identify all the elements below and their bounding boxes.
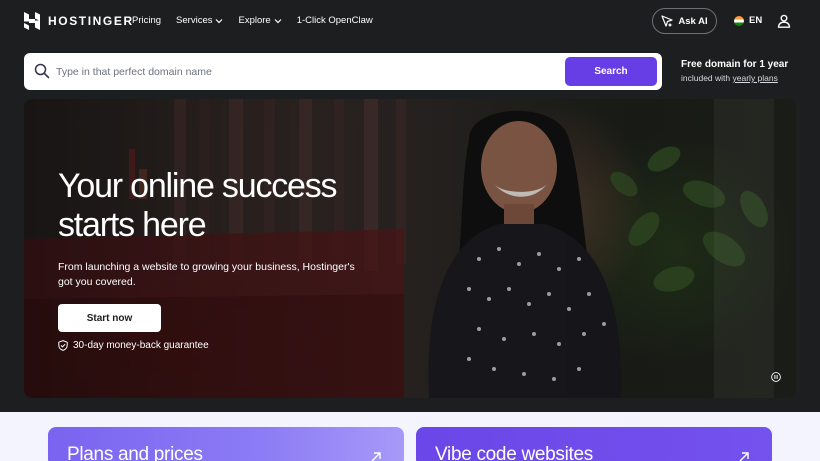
plans-and-prices-card[interactable]: Plans and prices <box>48 427 404 461</box>
brand-name: HOSTINGER <box>48 14 134 28</box>
domain-search-input[interactable] <box>56 53 576 90</box>
nav-item-services[interactable]: Services <box>176 15 223 26</box>
guarantee-text: 30-day money-back guarantee <box>73 340 209 351</box>
chevron-down-icon <box>216 18 223 23</box>
nav-item-label: Pricing <box>132 15 162 26</box>
start-now-button[interactable]: Start now <box>58 304 161 332</box>
yearly-plans-link[interactable]: yearly plans <box>733 73 778 83</box>
ask-ai-button[interactable]: Ask AI <box>652 8 717 34</box>
sparkle-icon <box>661 15 673 27</box>
ask-ai-label: Ask AI <box>678 15 708 27</box>
promo-subtitle-text: included with <box>681 73 733 83</box>
pause-icon[interactable] <box>771 372 781 382</box>
language-selector[interactable]: EN <box>734 15 762 26</box>
card-title: Vibe code websites <box>435 444 593 461</box>
india-flag-icon <box>734 15 744 26</box>
nav-item-openclaw[interactable]: 1-Click OpenClaw <box>297 15 373 26</box>
arrow-up-right-icon <box>739 452 749 461</box>
search-icon <box>34 63 50 79</box>
money-back-guarantee: 30-day money-back guarantee <box>58 340 209 351</box>
nav-links: Pricing Services Explore 1-Click OpenCla… <box>132 15 373 26</box>
nav-item-label: Explore <box>238 15 271 26</box>
free-domain-promo: Free domain for 1 year included with yea… <box>681 59 791 83</box>
chevron-down-icon <box>274 18 282 23</box>
nav-item-label: Services <box>176 15 213 26</box>
nav-item-label: 1-Click OpenClaw <box>296 15 373 26</box>
promo-title: Free domain for 1 year <box>681 59 789 70</box>
hero-title-line-1: Your online success <box>58 167 338 205</box>
hero-subtitle: From launching a website to growing your… <box>58 261 355 288</box>
hero-banner: Your online success starts here From lau… <box>24 99 796 398</box>
nav-item-pricing[interactable]: Pricing <box>132 15 161 26</box>
vibe-code-websites-card[interactable]: Vibe code websites <box>416 427 772 461</box>
language-label: EN <box>749 15 763 26</box>
shield-check-icon <box>58 340 68 351</box>
feature-cards-section: Plans and prices Vibe code websites <box>0 412 820 461</box>
hero-title: Your online success starts here <box>58 167 388 245</box>
hostinger-logo-icon <box>24 12 40 30</box>
promo-subtitle: included with yearly plans <box>681 73 791 83</box>
brand-logo[interactable]: HOSTINGER <box>24 12 134 30</box>
nav-item-explore[interactable]: Explore <box>238 15 282 26</box>
user-icon[interactable] <box>777 14 791 28</box>
card-title: Plans and prices <box>67 444 203 461</box>
top-navigation: HOSTINGER Pricing Services Explore 1-Cli… <box>0 0 820 44</box>
search-button[interactable]: Search <box>565 57 657 86</box>
hero-overlay <box>24 99 796 398</box>
hero-title-line-2: starts here <box>58 206 207 244</box>
arrow-up-right-icon <box>371 452 381 461</box>
domain-search-bar: Search <box>24 53 662 90</box>
